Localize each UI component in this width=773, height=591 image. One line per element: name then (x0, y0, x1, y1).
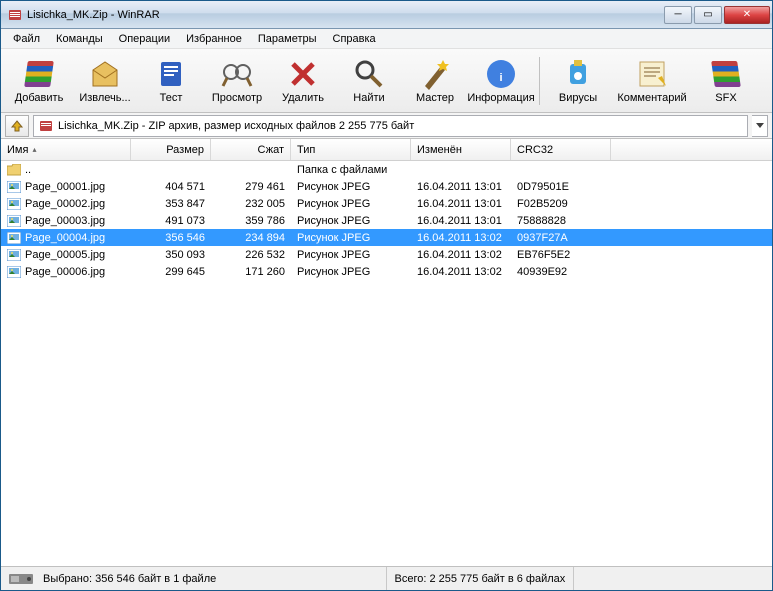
find-icon (353, 58, 385, 90)
sfx-icon (710, 58, 742, 90)
address-dropdown[interactable] (752, 115, 768, 137)
virus-button[interactable]: Вирусы (546, 52, 610, 110)
up-button[interactable] (5, 115, 29, 137)
image-file-icon (7, 249, 21, 261)
status-total: Всего: 2 255 775 байт в 6 файлах (387, 567, 575, 590)
image-file-icon (7, 266, 21, 278)
file-row[interactable]: Page_00001.jpg404 571279 461Рисунок JPEG… (1, 178, 772, 195)
file-row[interactable]: Page_00004.jpg356 546234 894Рисунок JPEG… (1, 229, 772, 246)
menu-help[interactable]: Справка (325, 31, 384, 47)
wizard-icon (419, 58, 451, 90)
address-field[interactable]: Lisichka_MK.Zip - ZIP архив, размер исхо… (33, 115, 748, 137)
parent-folder-row[interactable]: .. Папка с файлами (1, 161, 772, 178)
delete-button[interactable]: Удалить (271, 52, 335, 110)
toolbar: Добавить Извлечь... Тест Просмотр Удалит… (1, 49, 772, 113)
menu-parameters[interactable]: Параметры (250, 31, 325, 47)
col-name[interactable]: Имя (1, 139, 131, 160)
comment-icon (636, 58, 668, 90)
file-row[interactable]: Page_00003.jpg491 073359 786Рисунок JPEG… (1, 212, 772, 229)
col-type[interactable]: Тип (291, 139, 411, 160)
disk-icon (9, 572, 37, 586)
test-button[interactable]: Тест (139, 52, 203, 110)
delete-icon (287, 58, 319, 90)
menubar: Файл Команды Операции Избранное Параметр… (1, 29, 772, 49)
extract-button[interactable]: Извлечь... (73, 52, 137, 110)
virus-icon (562, 58, 594, 90)
image-file-icon (7, 215, 21, 227)
app-icon (7, 7, 23, 23)
column-headers: Имя Размер Сжат Тип Изменён CRC32 (1, 139, 772, 161)
info-button[interactable]: i Информация (469, 52, 533, 110)
image-file-icon (7, 181, 21, 193)
winrar-window: Lisichka_MK.Zip - WinRAR ─ ▭ ✕ Файл Кома… (0, 0, 773, 591)
sfx-button[interactable]: SFX (694, 52, 758, 110)
col-size[interactable]: Размер (131, 139, 211, 160)
file-list[interactable]: .. Папка с файлами Page_00001.jpg404 571… (1, 161, 772, 566)
comment-button[interactable]: Комментарий (612, 52, 692, 110)
info-icon: i (485, 58, 517, 90)
menu-file[interactable]: Файл (5, 31, 48, 47)
add-icon (23, 58, 55, 90)
menu-operations[interactable]: Операции (111, 31, 178, 47)
statusbar: Выбрано: 356 546 байт в 1 файле Всего: 2… (1, 566, 772, 590)
image-file-icon (7, 198, 21, 210)
image-file-icon (7, 232, 21, 244)
close-button[interactable]: ✕ (724, 6, 770, 24)
find-button[interactable]: Найти (337, 52, 401, 110)
extract-icon (89, 58, 121, 90)
col-crc[interactable]: CRC32 (511, 139, 611, 160)
addressbar: Lisichka_MK.Zip - ZIP архив, размер исхо… (1, 113, 772, 139)
col-packed[interactable]: Сжат (211, 139, 291, 160)
svg-text:i: i (499, 72, 502, 84)
file-row[interactable]: Page_00005.jpg350 093226 532Рисунок JPEG… (1, 246, 772, 263)
toolbar-separator (539, 57, 540, 105)
status-selected: Выбрано: 356 546 байт в 1 файле (1, 567, 387, 590)
address-text: Lisichka_MK.Zip - ZIP архив, размер исхо… (58, 120, 414, 132)
test-icon (155, 58, 187, 90)
archive-icon (38, 118, 54, 134)
file-row[interactable]: Page_00006.jpg299 645171 260Рисунок JPEG… (1, 263, 772, 280)
col-modified[interactable]: Изменён (411, 139, 511, 160)
up-arrow-icon (10, 119, 24, 133)
view-icon (221, 58, 253, 90)
view-button[interactable]: Просмотр (205, 52, 269, 110)
folder-icon (7, 164, 21, 176)
maximize-button[interactable]: ▭ (694, 6, 722, 24)
menu-commands[interactable]: Команды (48, 31, 111, 47)
chevron-down-icon (756, 123, 764, 129)
window-title: Lisichka_MK.Zip - WinRAR (27, 9, 662, 21)
add-button[interactable]: Добавить (7, 52, 71, 110)
menu-favorites[interactable]: Избранное (178, 31, 250, 47)
titlebar[interactable]: Lisichka_MK.Zip - WinRAR ─ ▭ ✕ (1, 1, 772, 29)
wizard-button[interactable]: Мастер (403, 52, 467, 110)
minimize-button[interactable]: ─ (664, 6, 692, 24)
file-row[interactable]: Page_00002.jpg353 847232 005Рисунок JPEG… (1, 195, 772, 212)
